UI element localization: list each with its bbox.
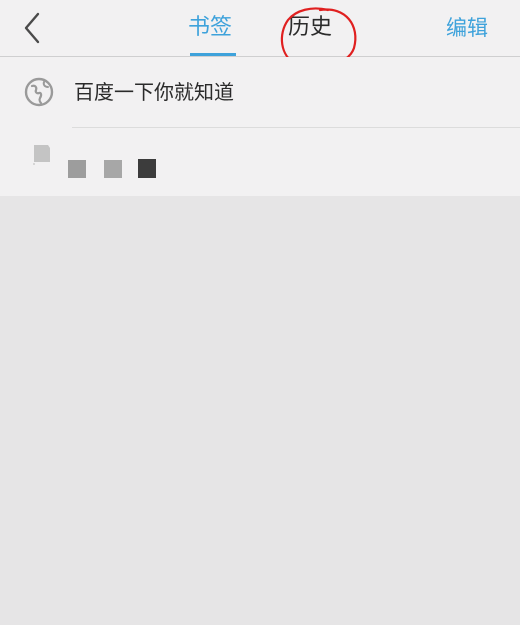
obscured-text-block <box>138 159 156 178</box>
folder-icon <box>33 145 50 165</box>
bookmark-title: 百度一下你就知道 <box>74 80 234 104</box>
obscured-text-block <box>104 160 122 178</box>
back-button[interactable] <box>16 8 52 48</box>
globe-icon <box>24 77 54 107</box>
tab-bookmarks[interactable]: 书签 <box>188 10 238 46</box>
bookmark-item-obscured[interactable] <box>0 128 520 196</box>
bookmark-list: 百度一下你就知道 <box>0 57 520 196</box>
chevron-left-icon <box>24 12 40 44</box>
bookmark-item[interactable]: 百度一下你就知道 <box>0 57 520 127</box>
tab-history[interactable]: 历史 <box>288 10 336 46</box>
edit-button[interactable]: 编辑 <box>446 10 488 46</box>
active-tab-indicator <box>190 53 236 56</box>
obscured-text-block <box>68 160 86 178</box>
top-navigation-bar: 书签 历史 编辑 <box>0 0 520 69</box>
